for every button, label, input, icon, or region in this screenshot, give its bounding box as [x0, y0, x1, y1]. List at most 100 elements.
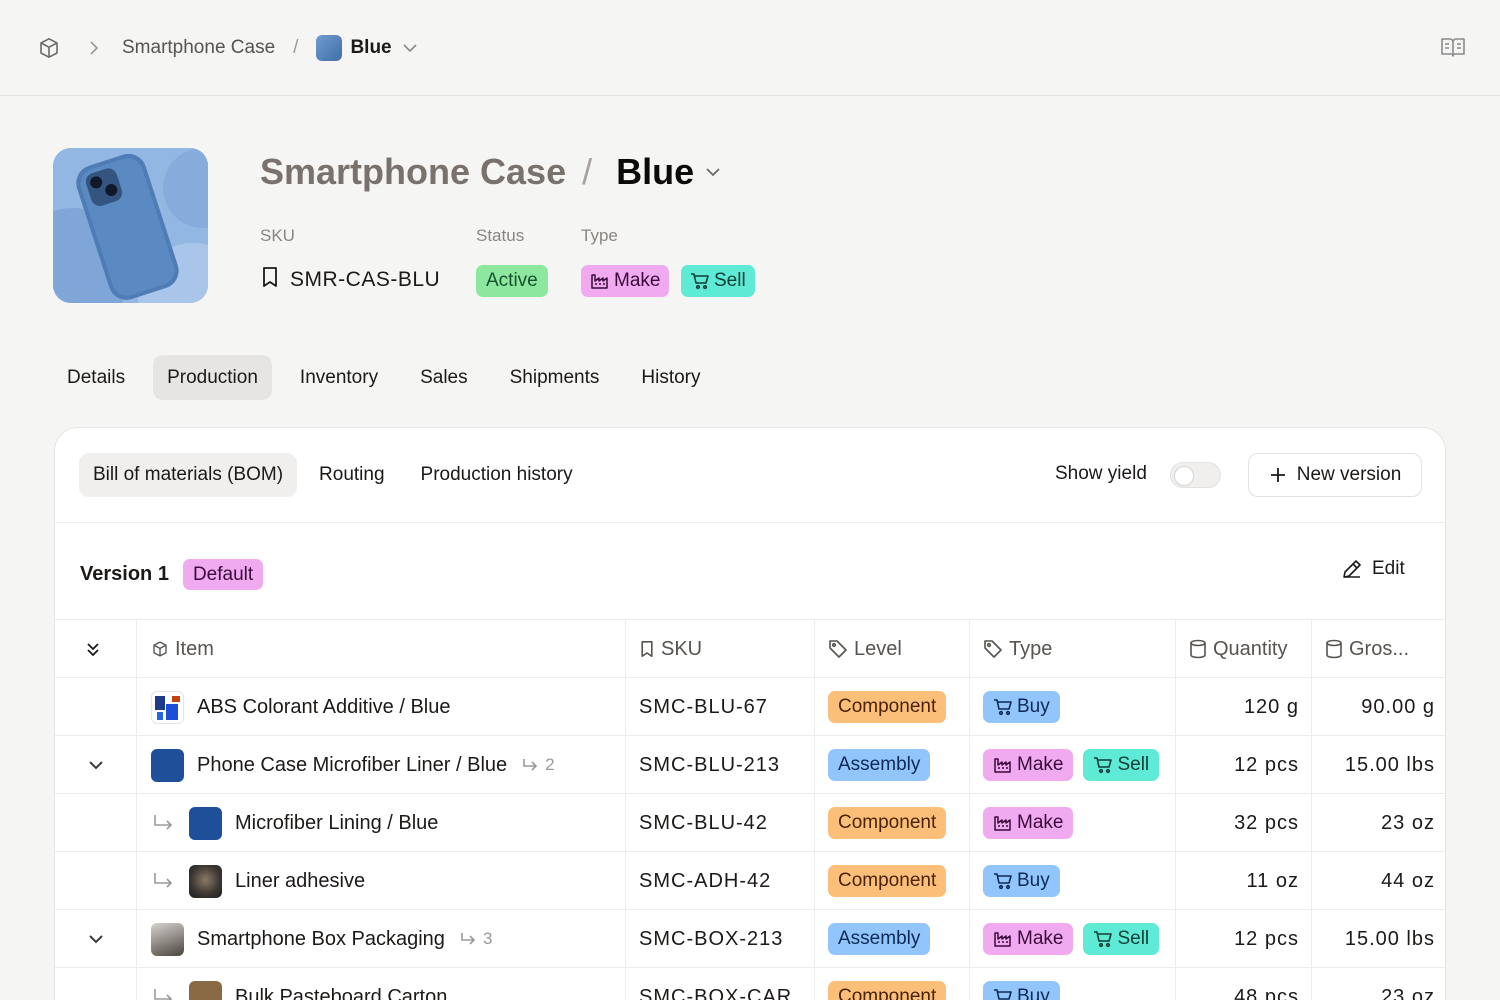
chevron-down-icon[interactable]: [87, 759, 105, 771]
quantity-value: 12 pcs: [1234, 753, 1299, 776]
item-name[interactable]: Phone Case Microfiber Liner / Blue: [197, 754, 507, 777]
type-badge-make: Make: [983, 807, 1074, 839]
tab-shipments[interactable]: Shipments: [496, 355, 614, 400]
header-item[interactable]: Item: [137, 620, 626, 678]
item-thumbnail: [189, 806, 222, 840]
cart-icon: [1094, 931, 1113, 948]
type-label: Type: [581, 226, 618, 245]
tab-production[interactable]: Production: [153, 355, 272, 400]
subtab-production-history[interactable]: Production history: [407, 453, 587, 497]
cart-icon: [994, 873, 1012, 890]
header-level[interactable]: Level: [815, 620, 970, 678]
level-badge: Assembly: [828, 749, 931, 781]
new-version-label: New version: [1296, 464, 1402, 485]
header-quantity[interactable]: Quantity: [1176, 620, 1312, 678]
type-badge-buy: Buy: [983, 981, 1060, 1000]
sku-cell: SMC-ADH-42: [626, 852, 815, 910]
divider: [55, 522, 1445, 523]
table-row[interactable]: Liner adhesive SMC-ADH-42 Component Buy …: [55, 852, 1445, 910]
item-thumbnail: [189, 980, 222, 1000]
table-row[interactable]: Bulk Pasteboard Carton SMC-BOX-CAR Compo…: [55, 968, 1445, 1000]
version-title: Version 1: [80, 563, 169, 585]
breadcrumb-current[interactable]: Blue: [350, 37, 391, 59]
level-cell: Assembly: [815, 910, 970, 968]
item-name[interactable]: Liner adhesive: [235, 870, 365, 893]
gross-cell: 15.00 lbs: [1312, 910, 1445, 968]
sku-value: SMR-CAS-BLU: [260, 266, 440, 294]
item-name[interactable]: Microfiber Lining / Blue: [235, 812, 438, 835]
table-row[interactable]: Microfiber Lining / Blue SMC-BLU-42 Comp…: [55, 794, 1445, 852]
new-version-button[interactable]: New version: [1248, 453, 1422, 497]
gross-value: 44 oz: [1381, 869, 1435, 892]
item-name[interactable]: Smartphone Box Packaging: [197, 928, 445, 951]
tab-sales[interactable]: Sales: [406, 355, 482, 400]
expand-cell: [55, 736, 137, 794]
child-count: 3: [459, 929, 492, 949]
item-name[interactable]: ABS Colorant Additive / Blue: [197, 696, 450, 719]
table-header: Item SKU Level Type Quantity Gros...: [55, 620, 1445, 678]
chevron-down-icon[interactable]: [704, 166, 722, 178]
header-sku[interactable]: SKU: [626, 620, 815, 678]
gross-value: 23 oz: [1381, 985, 1435, 1000]
quantity-cell: 32 pcs: [1176, 794, 1312, 852]
bookmark-icon: [641, 641, 653, 657]
expand-cell: [55, 678, 137, 736]
status-label: Status: [476, 226, 525, 245]
quantity-cell: 120 g: [1176, 678, 1312, 736]
type-cell: Buy: [970, 678, 1176, 736]
version-header: Version 1 Default: [80, 559, 264, 590]
chevron-right-icon: [88, 40, 100, 56]
table-row[interactable]: Smartphone Box Packaging 3 SMC-BOX-213 A…: [55, 910, 1445, 968]
book-icon[interactable]: [1440, 34, 1466, 65]
bom-table: Item SKU Level Type Quantity Gros... ABS…: [55, 620, 1445, 1000]
header-gross[interactable]: Gros...: [1312, 620, 1445, 678]
chevron-down-icon[interactable]: [402, 43, 418, 53]
gross-cell: 23 oz: [1312, 968, 1445, 1000]
gross-cell: 15.00 lbs: [1312, 736, 1445, 794]
item-thumbnail: [151, 690, 184, 724]
quantity-value: 11 oz: [1246, 869, 1299, 892]
tab-inventory[interactable]: Inventory: [286, 355, 392, 400]
table-row[interactable]: ABS Colorant Additive / Blue SMC-BLU-67 …: [55, 678, 1445, 736]
type-badge-label: Buy: [1017, 986, 1050, 1000]
cube-icon[interactable]: [36, 35, 62, 61]
gross-cell: 23 oz: [1312, 794, 1445, 852]
quantity-value: 120 g: [1243, 695, 1299, 718]
sku-value: SMC-BLU-67: [639, 695, 768, 718]
tab-history[interactable]: History: [627, 355, 714, 400]
double-chevron-down-icon[interactable]: [84, 640, 102, 658]
type-badge-sell-label: Sell: [714, 270, 746, 291]
default-badge: Default: [182, 559, 264, 590]
edit-button[interactable]: Edit: [1340, 557, 1405, 581]
expand-cell: [55, 968, 137, 1000]
quantity-value: 12 pcs: [1234, 927, 1299, 950]
item-cell: Bulk Pasteboard Carton: [137, 968, 626, 1000]
item-name[interactable]: Bulk Pasteboard Carton: [235, 986, 447, 1000]
breadcrumb-parent[interactable]: Smartphone Case: [122, 37, 275, 59]
tab-details[interactable]: Details: [53, 355, 139, 400]
type-cell: Make Sell: [970, 910, 1176, 968]
subtab-bom[interactable]: Bill of materials (BOM): [79, 453, 298, 497]
subtab-routing[interactable]: Routing: [305, 453, 399, 497]
chevron-down-icon[interactable]: [87, 933, 105, 945]
collapse-all-cell: [55, 620, 137, 678]
type-badge-make: Make: [983, 923, 1074, 955]
header-item-label: Item: [175, 637, 214, 660]
gross-value: 90.00 g: [1361, 695, 1435, 718]
pencil-icon: [1343, 560, 1361, 578]
type-badge-label: Make: [1017, 928, 1064, 949]
variant-name[interactable]: Blue: [616, 151, 694, 193]
quantity-cell: 11 oz: [1176, 852, 1312, 910]
child-count-value: 2: [545, 755, 555, 774]
bookmark-icon: [260, 266, 290, 294]
table-row[interactable]: Phone Case Microfiber Liner / Blue 2 SMC…: [55, 736, 1445, 794]
type-cell: Make Sell: [970, 736, 1176, 794]
level-badge: Component: [828, 691, 947, 723]
type-cell: Make: [970, 794, 1176, 852]
header-type[interactable]: Type: [970, 620, 1176, 678]
level-badge: Component: [828, 981, 947, 1000]
gross-value: 15.00 lbs: [1344, 927, 1435, 950]
edit-label: Edit: [1372, 558, 1405, 579]
sku-cell: SMC-BOX-213: [626, 910, 815, 968]
show-yield-toggle[interactable]: [1170, 462, 1221, 488]
